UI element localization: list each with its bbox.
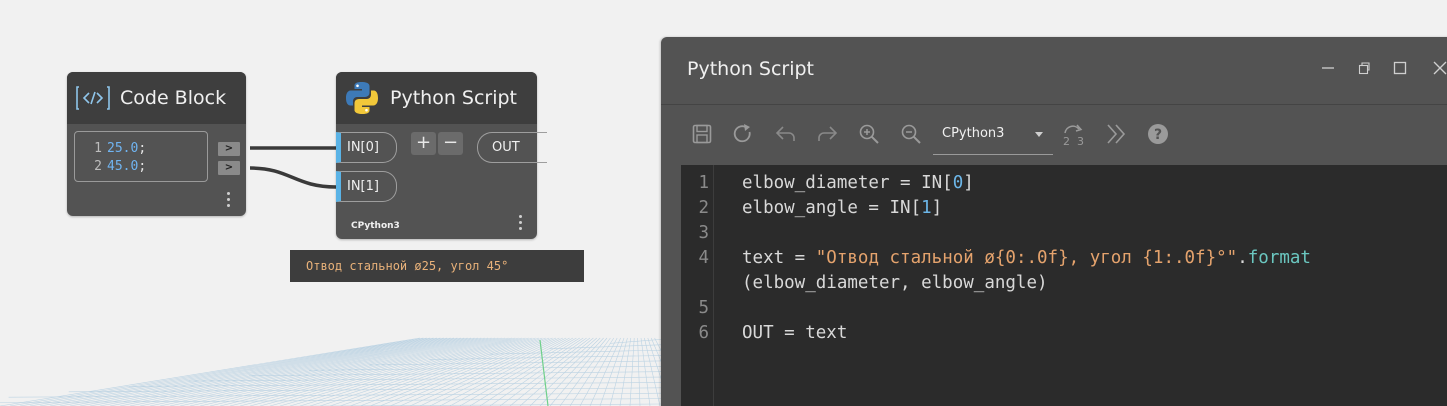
maximize-icon[interactable] bbox=[1393, 61, 1407, 75]
save-icon[interactable] bbox=[691, 123, 713, 145]
output-port-1[interactable]: > bbox=[218, 142, 240, 156]
code-line-4: 4 text = "Отвод стальной ø{0:.0f}, угол … bbox=[681, 246, 1311, 271]
code-text: elbow_angle = IN[ bbox=[742, 198, 922, 218]
input-port-in0[interactable]: IN[0] bbox=[336, 132, 397, 163]
output-port-out[interactable]: OUT bbox=[477, 132, 547, 163]
close-icon[interactable] bbox=[1433, 61, 1447, 75]
redo-icon[interactable] bbox=[815, 123, 839, 145]
dock-icon[interactable] bbox=[1357, 61, 1371, 75]
output-preview: Отвод стальной ø25, угол 45° bbox=[290, 250, 584, 282]
code-line: 2 45.0 ; bbox=[75, 158, 207, 176]
connector-wire-2[interactable] bbox=[249, 166, 337, 189]
python-editor-window[interactable]: Python Script CPython3 2 3 ? 1 elbow_dia… bbox=[661, 37, 1447, 406]
zoom-in-icon[interactable] bbox=[858, 123, 880, 145]
python-node-title: Python Script bbox=[390, 87, 518, 109]
code-function: format bbox=[1247, 248, 1311, 268]
code-number: 1 bbox=[921, 198, 932, 218]
input-port-in1[interactable]: IN[1] bbox=[336, 171, 397, 202]
python-node-header[interactable]: Python Script bbox=[336, 72, 537, 124]
python-script-node[interactable]: Python Script IN[0] IN[1] + − OUT CPytho… bbox=[336, 72, 547, 239]
remove-input-button[interactable]: − bbox=[438, 132, 463, 155]
code-text: (elbow_diameter, elbow_angle) bbox=[742, 273, 1048, 293]
convert-2to3-icon[interactable]: 2 3 bbox=[1061, 123, 1089, 147]
code-block-title: Code Block bbox=[120, 87, 227, 109]
line-number: 2 bbox=[698, 198, 709, 218]
code-line-3: 3 bbox=[681, 221, 709, 246]
code-line-1: 1 elbow_diameter = IN[0] bbox=[681, 171, 973, 196]
chevron-down-icon bbox=[1035, 132, 1043, 137]
svg-text:?: ? bbox=[1154, 127, 1162, 143]
engine-dropdown[interactable]: CPython3 bbox=[933, 122, 1053, 155]
code-line-5: 5 bbox=[681, 296, 709, 321]
code-editor[interactable]: 1 elbow_diameter = IN[0] 2 elbow_angle =… bbox=[681, 165, 1447, 406]
code-block-header[interactable]: Code Block bbox=[67, 72, 246, 124]
code-string: "Отвод стальной ø{0:.0f}, угол {1:.0f}°" bbox=[815, 248, 1238, 268]
code-value: 25.0 bbox=[107, 141, 139, 156]
code-text: ] bbox=[963, 173, 974, 193]
add-input-button[interactable]: + bbox=[411, 132, 436, 155]
editor-title: Python Script bbox=[687, 58, 815, 80]
code-block-editor[interactable]: 1 25.0 ; 2 45.0 ; bbox=[74, 131, 208, 182]
node-menu-icon[interactable] bbox=[227, 192, 231, 207]
help-icon[interactable]: ? bbox=[1147, 123, 1169, 145]
engine-label: CPython3 bbox=[351, 221, 400, 231]
output-port-2[interactable]: > bbox=[218, 161, 240, 175]
code-line-4-wrap: (elbow_diameter, elbow_angle) bbox=[681, 271, 1048, 296]
code-line-2: 2 elbow_angle = IN[1] bbox=[681, 196, 942, 221]
code-number: 0 bbox=[952, 173, 964, 193]
code-text: ] bbox=[931, 198, 943, 218]
python-logo-icon bbox=[346, 82, 378, 114]
more-icon[interactable] bbox=[1105, 123, 1129, 145]
code-semicolon: ; bbox=[138, 141, 147, 156]
code-value: 45.0 bbox=[107, 159, 139, 174]
line-number bbox=[681, 271, 709, 296]
code-brackets-icon bbox=[76, 86, 110, 110]
zoom-out-icon[interactable] bbox=[900, 123, 922, 145]
code-text: . bbox=[1237, 248, 1248, 268]
code-text: text = bbox=[742, 248, 816, 268]
line-number: 5 bbox=[698, 298, 709, 318]
line-number: 1 bbox=[94, 141, 102, 156]
code-line: 1 25.0 ; bbox=[75, 140, 207, 158]
engine-dropdown-value: CPython3 bbox=[942, 126, 1005, 141]
line-number: 3 bbox=[698, 223, 709, 243]
undo-icon[interactable] bbox=[774, 123, 798, 145]
toolbar-divider bbox=[661, 104, 1447, 105]
code-line-6: 6 OUT = text bbox=[681, 321, 847, 346]
code-text: elbow_diameter = IN[ bbox=[742, 173, 953, 193]
line-number: 2 bbox=[94, 159, 102, 174]
line-number: 6 bbox=[698, 323, 709, 343]
svg-text:3: 3 bbox=[1077, 135, 1084, 147]
node-menu-icon[interactable] bbox=[519, 215, 523, 230]
svg-text:2: 2 bbox=[1063, 135, 1070, 147]
code-block-node[interactable]: Code Block 1 25.0 ; 2 45.0 ; > > bbox=[67, 72, 246, 216]
line-number: 1 bbox=[698, 173, 709, 193]
code-text: OUT = text bbox=[742, 323, 848, 343]
minimize-icon[interactable] bbox=[1321, 61, 1335, 75]
run-icon[interactable] bbox=[732, 123, 754, 145]
code-semicolon: ; bbox=[138, 159, 147, 174]
line-number: 4 bbox=[698, 248, 709, 268]
